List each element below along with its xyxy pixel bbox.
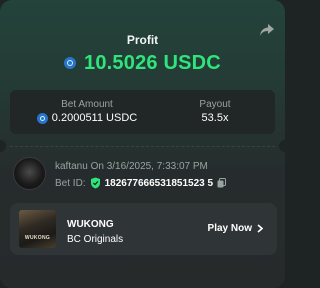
card-notch-right bbox=[279, 140, 285, 152]
bet-id-value: 182677666531851523 5 bbox=[104, 177, 214, 189]
bet-amount-row: 0.2000511 USDC bbox=[32, 112, 142, 124]
bet-id-row: Bet ID: 182677666531851523 5 bbox=[55, 177, 227, 189]
bet-user-info: kaftanu On 3/16/2025, 7:33:07 PM Bet ID:… bbox=[13, 157, 275, 193]
profit-label: Profit bbox=[126, 33, 159, 47]
game-thumbnail-text: WUKONG bbox=[24, 235, 51, 241]
bet-id-label: Bet ID: bbox=[55, 177, 86, 189]
usdc-icon bbox=[36, 112, 48, 124]
payout-column: Payout 53.5x bbox=[175, 99, 255, 124]
card-notch-left bbox=[0, 140, 6, 152]
payout-value: 53.5x bbox=[201, 112, 229, 124]
verified-shield-icon bbox=[90, 177, 100, 189]
game-card[interactable]: WUKONG WUKONG BC Originals Play Now bbox=[10, 203, 277, 255]
game-thumbnail[interactable]: WUKONG bbox=[19, 210, 56, 248]
chevron-right-icon bbox=[257, 224, 263, 233]
bet-detail-card: Profit 10.5026 USDC Bet Amount 0.2000511… bbox=[0, 0, 285, 288]
payout-label: Payout bbox=[199, 99, 231, 110]
divider bbox=[10, 146, 275, 147]
profit-value: 10.5026 USDC bbox=[84, 51, 221, 74]
profit-amount: 10.5026 USDC bbox=[0, 50, 285, 76]
game-provider: BC Originals bbox=[67, 234, 124, 245]
avatar[interactable] bbox=[13, 157, 46, 190]
bet-amount-label: Bet Amount bbox=[61, 99, 113, 110]
user-timestamp: kaftanu On 3/16/2025, 7:33:07 PM bbox=[55, 161, 208, 172]
bet-amount-value: 0.2000511 USDC bbox=[51, 112, 138, 124]
bet-stats-panel: Bet Amount 0.2000511 USDC Payout 53.5x bbox=[10, 90, 275, 134]
game-title: WUKONG bbox=[67, 219, 114, 230]
play-now-label: Play Now bbox=[207, 223, 252, 234]
usdc-icon bbox=[64, 57, 77, 69]
bet-amount-column: Bet Amount 0.2000511 USDC bbox=[32, 99, 142, 124]
play-now-button[interactable]: Play Now bbox=[208, 223, 263, 234]
copy-icon[interactable] bbox=[217, 178, 227, 188]
